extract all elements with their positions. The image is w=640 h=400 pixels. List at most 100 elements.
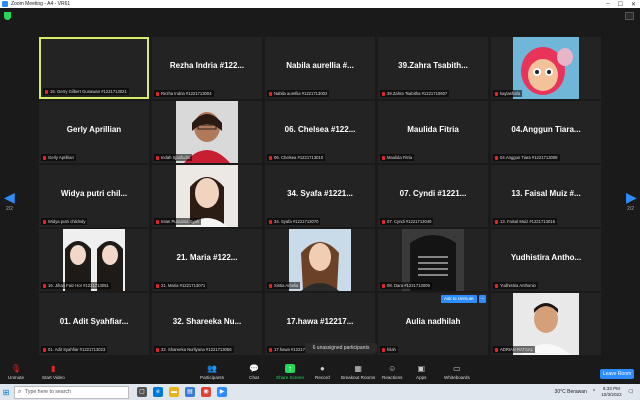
store-icon[interactable]: ▤ (185, 387, 195, 397)
participants-button[interactable]: 👥 Participants (200, 364, 224, 380)
participant-label: kaylashafa (493, 90, 523, 97)
participant-name: Yudhistira Antho... (510, 253, 582, 262)
muted-mic-icon (156, 219, 159, 224)
unmute-button[interactable]: 🎙 Unmute (8, 364, 24, 380)
whiteboards-button[interactable]: ▭ Whiteboards (444, 364, 470, 380)
participant-tile[interactable]: 32. Shareeka Nu... 32. Shareeka Nurliyan… (152, 293, 262, 355)
close-icon[interactable]: ✕ (631, 1, 636, 8)
chrome-icon[interactable]: ◉ (201, 387, 211, 397)
chat-button[interactable]: 💬 Chat (249, 364, 259, 380)
start-video-button[interactable]: ▮ Start Video (42, 364, 65, 380)
participant-gallery: 16. Gerry Gilbert Gunawan #1221713021 Re… (39, 37, 601, 357)
next-page-chevron-icon[interactable]: ▶ (626, 190, 637, 204)
participant-label: hilah (380, 346, 398, 353)
window-titlebar: Zoom Meeting - A4 - VR61 – ☐ ✕ (0, 0, 640, 8)
participant-tile[interactable]: Indah Sjarifudin (152, 101, 262, 163)
participant-name: 21. Maria #122... (176, 253, 238, 262)
windows-start-icon[interactable]: ⊞ (0, 384, 12, 400)
share-screen-icon: ↑ (285, 364, 296, 373)
share-screen-button[interactable]: ↑ Share Screen (276, 364, 304, 380)
participant-tile[interactable]: Gerly Aprillian Gerly Aprillian (39, 101, 149, 163)
participant-tile[interactable]: 21. Maria #122... 21. Maria #1221713071 (152, 229, 262, 291)
encryption-shield-icon[interactable] (4, 12, 11, 20)
taskbar-search-input[interactable]: ⌕ Type here to search (14, 385, 129, 399)
participant-tile[interactable]: Widya putri chil... Widya putri childndy (39, 165, 149, 227)
unassigned-participants-notice[interactable]: 6 unassigned participants (305, 343, 377, 353)
participant-tile[interactable]: Maulida Fitria Maulida Fitria (378, 101, 488, 163)
participant-label: 16. Gerry Gilbert Gunawan #1221713021 (43, 88, 129, 95)
muted-mic-icon (269, 155, 272, 160)
file-explorer-icon[interactable]: ▬ (169, 387, 179, 397)
edge-icon[interactable]: e (153, 387, 163, 397)
participant-tile[interactable]: ADRIAN RATSAL (491, 293, 601, 355)
participant-tile[interactable]: Intan Purnama Syah (152, 165, 262, 227)
gallery-view-icon[interactable] (625, 12, 634, 20)
participant-label: 06. Chelsea #1221713010 (267, 154, 326, 161)
participant-label: Yudhistira Anthonio (493, 282, 538, 289)
muted-mic-icon (495, 91, 498, 96)
record-button[interactable]: ● Record (315, 364, 330, 380)
tray-chevron-icon[interactable]: ^ (593, 389, 595, 395)
muted-mic-icon (382, 219, 385, 224)
muted-mic-icon (43, 347, 46, 352)
video-off-icon: ▮ (51, 364, 56, 373)
participant-label: 08. Dara #1221713009 (380, 282, 432, 289)
participant-label: 34. Syafa #1221713070 (267, 218, 321, 225)
apps-icon: ▣ (417, 364, 426, 373)
participant-label: Maulida Fitria (380, 154, 415, 161)
muted-mic-icon (495, 283, 498, 288)
weather-indicator[interactable]: 30°C Berawan (555, 389, 587, 395)
record-icon: ● (319, 364, 325, 373)
breakout-rooms-button[interactable]: ▦ Breakout Rooms (341, 364, 375, 380)
muted-mic-icon (382, 283, 385, 288)
apps-button[interactable]: ▣ Apps (416, 364, 426, 380)
notifications-icon[interactable]: 🗨 (628, 389, 634, 395)
participant-tile[interactable]: 04.Anggun Tiara... 04.Anggun Tiara #1221… (491, 101, 601, 163)
participant-tile[interactable]: 16. Jihan Faiz Hor #1221713051 (39, 229, 149, 291)
reactions-icon: ☺ (388, 364, 397, 373)
zoom-taskbar-icon[interactable]: ▶ (217, 387, 227, 397)
participant-label: 16. Jihan Faiz Hor #1221713051 (41, 282, 111, 289)
participant-tile[interactable]: 16. Gerry Gilbert Gunawan #1221713021 (39, 37, 149, 99)
participant-label: Intan Purnama Syah (154, 218, 202, 225)
participant-tile[interactable]: 39.Zahra Tsabith... 39.Zahra Tsabitha #1… (378, 37, 488, 99)
participant-name: 04.Anggun Tiara... (511, 125, 581, 134)
participant-tile[interactable]: 08. Dara #1221713009 (378, 229, 488, 291)
muted-mic-icon (43, 155, 46, 160)
participant-tile[interactable]: 06. Chelsea #122... 06. Chelsea #1221713… (265, 101, 375, 163)
task-view-icon[interactable]: ▢ (137, 387, 147, 397)
muted-mic-icon (382, 91, 385, 96)
participant-tile[interactable]: Sintia Amelia (265, 229, 375, 291)
muted-mic-icon (269, 283, 272, 288)
maximize-icon[interactable]: ☐ (618, 1, 623, 8)
participant-label: 21. Maria #1221713071 (154, 282, 208, 289)
participant-name: 13. Faisal Muiz #... (511, 189, 581, 198)
minimize-icon[interactable]: – (606, 1, 609, 8)
participant-label: Gerly Aprillian (41, 154, 76, 161)
participant-tile[interactable]: kaylashafa (491, 37, 601, 99)
participant-name: Widya putri chil... (60, 189, 128, 198)
participant-name: Aulia nadhilah (405, 317, 461, 326)
prev-page-chevron-icon[interactable]: ◀ (4, 190, 15, 204)
chat-icon: 💬 (249, 364, 259, 373)
participant-tile[interactable]: 01. Adit Syahfiar... 01. Adit Syahfiar #… (39, 293, 149, 355)
ask-to-unmute-button[interactable]: Ask to Unmute (441, 295, 477, 303)
participant-name: Maulida Fitria (407, 125, 459, 134)
meeting-toolbar: 🎙 Unmute ▮ Start Video 👥 Participants 💬 … (0, 361, 640, 384)
page-indicator-right: 2/2 (627, 206, 634, 212)
taskbar-clock[interactable]: 6:33 PM 10/3/2022 (601, 386, 621, 398)
participant-label: 13. Faisal Muiz #1221713016 (493, 218, 557, 225)
participant-tile[interactable]: Nabila aurellia #... Nabila aurellia #12… (265, 37, 375, 99)
participant-tile[interactable]: 34. Syafa #1221... 34. Syafa #1221713070 (265, 165, 375, 227)
participant-name: Gerly Aprillian (66, 125, 122, 134)
participant-tile[interactable]: Rezha Indria #122... Rezha Indria #12217… (152, 37, 262, 99)
more-options-button[interactable]: ... (479, 295, 486, 303)
participant-tile[interactable]: 07. Cyndi #1221... 07. Cyndi #1221713049 (378, 165, 488, 227)
muted-mic-icon (382, 347, 385, 352)
participant-label: Sintia Amelia (267, 282, 301, 289)
participant-tile[interactable]: Yudhistira Antho... Yudhistira Anthonio (491, 229, 601, 291)
participant-tile[interactable]: 13. Faisal Muiz #... 13. Faisal Muiz #12… (491, 165, 601, 227)
reactions-button[interactable]: ☺ Reactions (382, 364, 402, 380)
page-indicator-left: 2/2 (6, 206, 13, 212)
leave-room-button[interactable]: Leave Room (600, 369, 634, 379)
